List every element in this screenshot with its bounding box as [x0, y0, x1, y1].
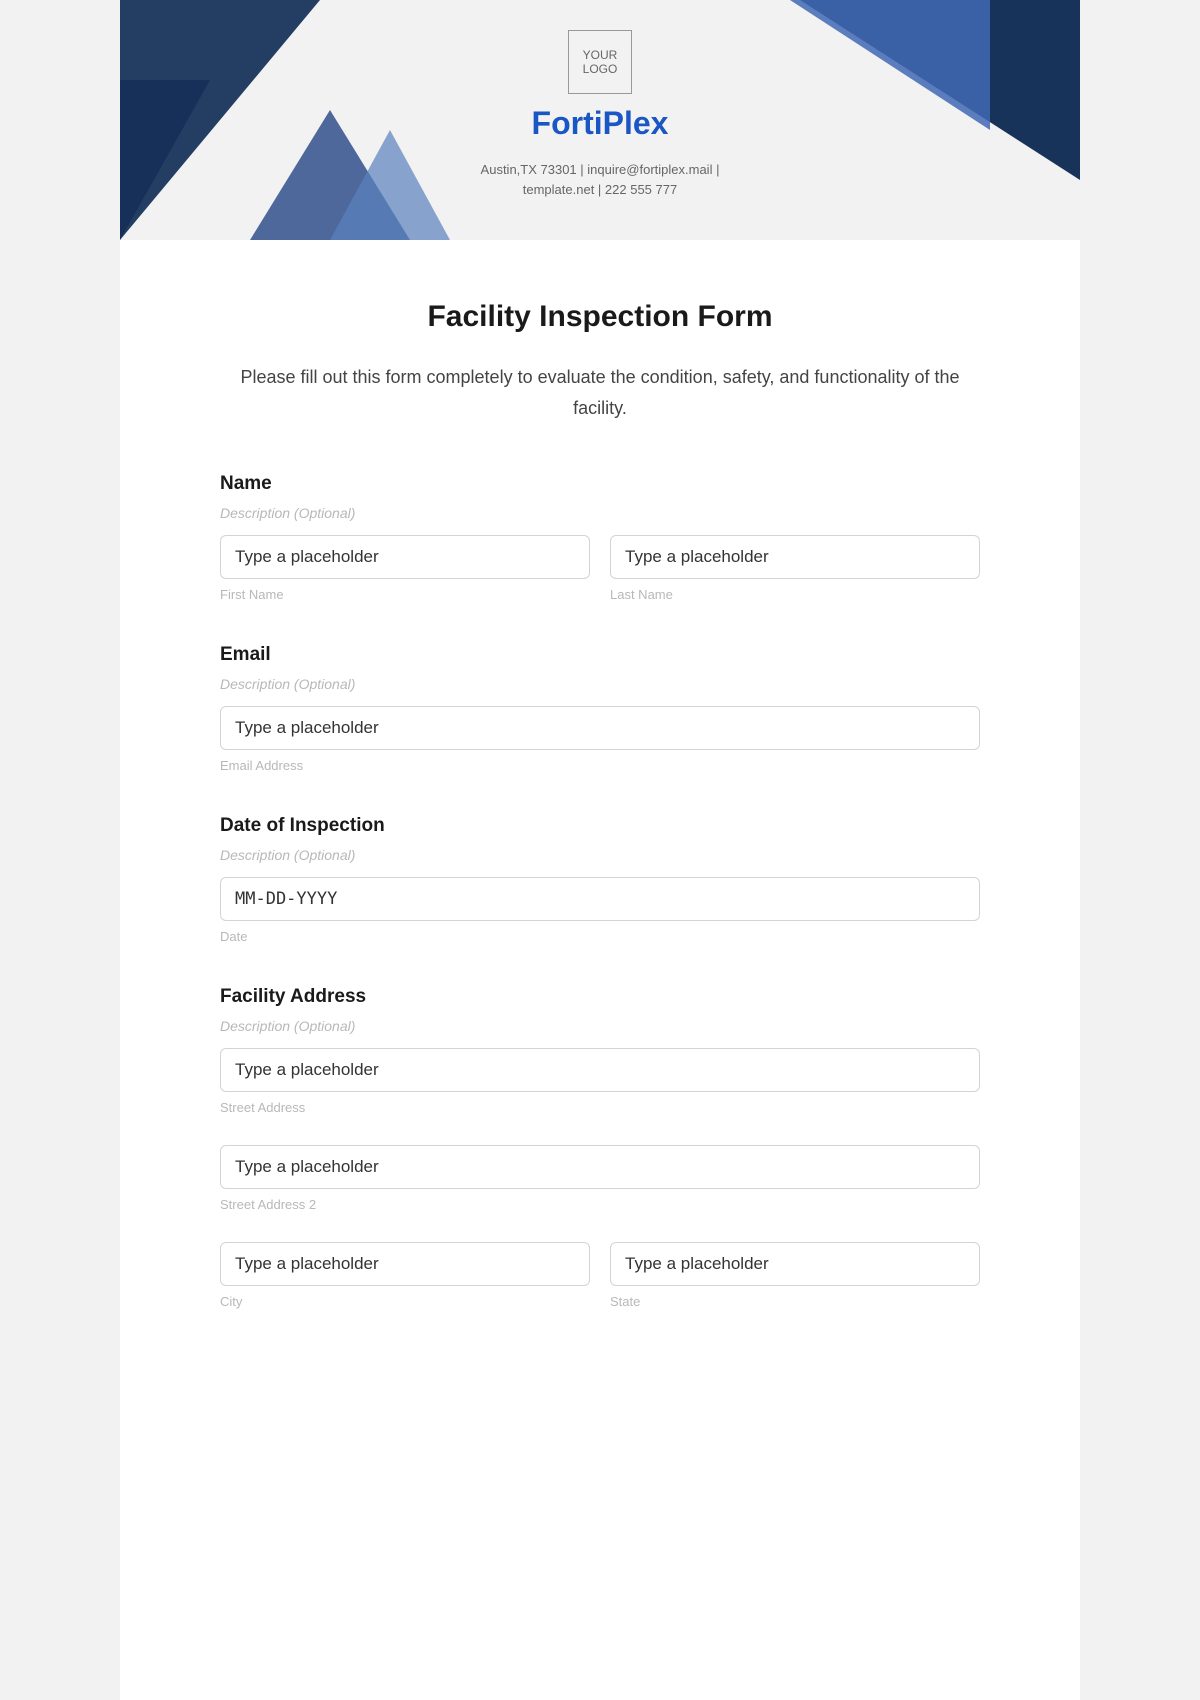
- header-band: YOUR LOGO FortiPlex Austin,TX 73301 | in…: [120, 0, 1080, 240]
- email-input[interactable]: [220, 706, 980, 750]
- logo-text: YOUR LOGO: [583, 48, 618, 77]
- logo-placeholder: YOUR LOGO: [568, 30, 632, 94]
- state-input[interactable]: [610, 1242, 980, 1286]
- contact-info: Austin,TX 73301 | inquire@fortiplex.mail…: [120, 160, 1080, 199]
- email-group: Email Description (Optional) Email Addre…: [220, 644, 980, 773]
- form-area: Facility Inspection Form Please fill out…: [120, 240, 1080, 1391]
- name-description: Description (Optional): [220, 505, 980, 521]
- address-label: Facility Address: [220, 986, 980, 1008]
- email-label: Email: [220, 644, 980, 666]
- street-address-2-sublabel: Street Address 2: [220, 1197, 980, 1212]
- form-intro: Please fill out this form completely to …: [220, 362, 980, 423]
- city-sublabel: City: [220, 1294, 590, 1309]
- address-group: Facility Address Description (Optional) …: [220, 986, 980, 1309]
- name-group: Name Description (Optional) First Name L…: [220, 473, 980, 602]
- last-name-input[interactable]: [610, 535, 980, 579]
- date-group: Date of Inspection Description (Optional…: [220, 815, 980, 944]
- street-address-2-input[interactable]: [220, 1145, 980, 1189]
- state-sublabel: State: [610, 1294, 980, 1309]
- address-description: Description (Optional): [220, 1018, 980, 1034]
- date-label: Date of Inspection: [220, 815, 980, 837]
- last-name-sublabel: Last Name: [610, 587, 980, 602]
- email-sublabel: Email Address: [220, 758, 980, 773]
- first-name-sublabel: First Name: [220, 587, 590, 602]
- form-page: YOUR LOGO FortiPlex Austin,TX 73301 | in…: [120, 0, 1080, 1700]
- city-input[interactable]: [220, 1242, 590, 1286]
- date-input[interactable]: [220, 877, 980, 921]
- contact-line: Austin,TX 73301 | inquire@fortiplex.mail…: [120, 160, 1080, 180]
- contact-line: template.net | 222 555 777: [120, 180, 1080, 200]
- name-label: Name: [220, 473, 980, 495]
- brand-name: FortiPlex: [120, 105, 1080, 142]
- street-address-sublabel: Street Address: [220, 1100, 980, 1115]
- date-sublabel: Date: [220, 929, 980, 944]
- form-title: Facility Inspection Form: [220, 300, 980, 334]
- street-address-input[interactable]: [220, 1048, 980, 1092]
- email-description: Description (Optional): [220, 676, 980, 692]
- first-name-input[interactable]: [220, 535, 590, 579]
- date-description: Description (Optional): [220, 847, 980, 863]
